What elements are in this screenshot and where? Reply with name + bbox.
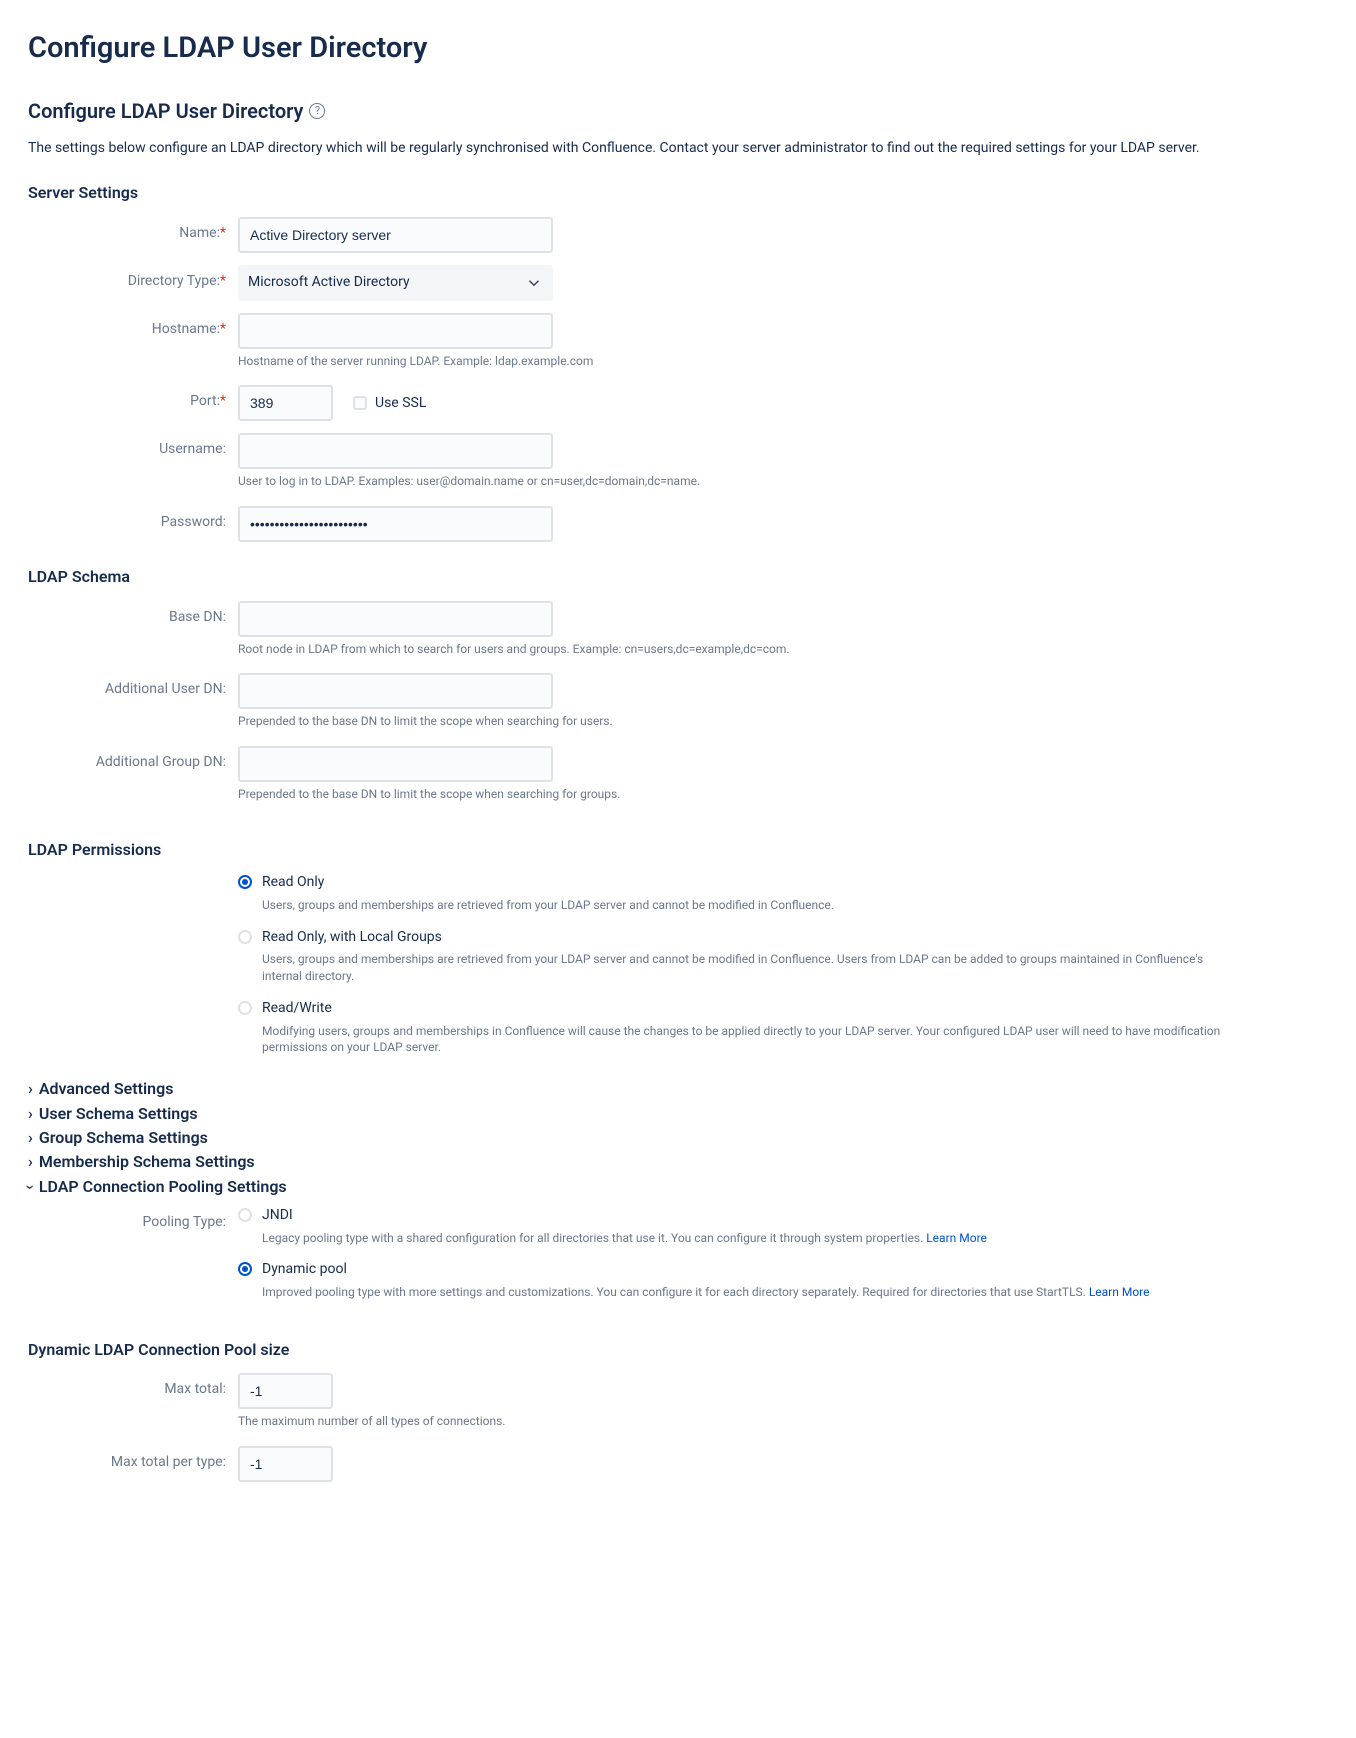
read-write-desc: Modifying users, groups and memberships … [262, 1023, 1242, 1057]
checkbox-icon [353, 396, 367, 410]
read-only-local-label: Read Only, with Local Groups [262, 928, 442, 948]
add-group-dn-help: Prepended to the base DN to limit the sc… [238, 786, 1328, 803]
advanced-settings-toggle[interactable]: › Advanced Settings [28, 1078, 1328, 1100]
password-input[interactable] [238, 506, 553, 542]
server-settings-heading: Server Settings [28, 182, 1328, 204]
page-title: Configure LDAP User Directory [28, 28, 1328, 69]
chevron-down-icon [525, 274, 543, 292]
radio-icon [238, 1262, 252, 1276]
max-total-label: Max total: [28, 1373, 238, 1400]
permission-read-write[interactable]: Read/Write [238, 999, 1328, 1019]
username-help: User to log in to LDAP. Examples: user@d… [238, 473, 1328, 490]
pooling-dynamic[interactable]: Dynamic pool [238, 1260, 1328, 1280]
ldap-schema-heading: LDAP Schema [28, 566, 1328, 588]
port-label: Port:* [28, 385, 238, 412]
directory-type-select[interactable]: Microsoft Active Directory [238, 265, 553, 301]
read-only-label: Read Only [262, 873, 324, 893]
ldap-permissions-heading: LDAP Permissions [28, 839, 1328, 861]
base-dn-input[interactable] [238, 601, 553, 637]
name-input[interactable] [238, 217, 553, 253]
port-input[interactable] [238, 385, 333, 421]
read-only-desc: Users, groups and memberships are retrie… [262, 897, 1242, 914]
hostname-input[interactable] [238, 313, 553, 349]
dynamic-learn-more-link[interactable]: Learn More [1089, 1285, 1150, 1299]
permission-read-only[interactable]: Read Only [238, 873, 1328, 893]
page-subtitle: Configure LDAP User Directory [28, 97, 303, 125]
user-schema-settings-toggle[interactable]: › User Schema Settings [28, 1103, 1328, 1125]
radio-icon [238, 930, 252, 944]
page-subtitle-row: Configure LDAP User Directory ? [28, 97, 1328, 125]
add-user-dn-help: Prepended to the base DN to limit the sc… [238, 713, 1328, 730]
page-description: The settings below configure an LDAP dir… [28, 139, 1288, 159]
jndi-label: JNDI [262, 1206, 293, 1226]
pool-size-heading: Dynamic LDAP Connection Pool size [28, 1339, 1328, 1361]
username-label: Username: [28, 433, 238, 460]
add-group-dn-input[interactable] [238, 746, 553, 782]
chevron-right-icon: › [28, 1127, 33, 1149]
pooling-type-label: Pooling Type: [28, 1206, 238, 1233]
password-label: Password: [28, 506, 238, 533]
max-total-per-type-input[interactable] [238, 1446, 333, 1482]
add-user-dn-input[interactable] [238, 673, 553, 709]
use-ssl-label: Use SSL [375, 394, 426, 414]
pooling-jndi[interactable]: JNDI [238, 1206, 1328, 1226]
read-write-label: Read/Write [262, 999, 332, 1019]
jndi-learn-more-link[interactable]: Learn More [926, 1231, 987, 1245]
radio-icon [238, 1208, 252, 1222]
read-only-local-desc: Users, groups and memberships are retrie… [262, 951, 1242, 985]
ldap-connection-pooling-toggle[interactable]: › LDAP Connection Pooling Settings [28, 1176, 1328, 1198]
add-user-dn-label: Additional User DN: [28, 673, 238, 700]
name-label: Name:* [28, 217, 238, 244]
chevron-right-icon: › [28, 1078, 33, 1100]
directory-type-label: Directory Type:* [28, 265, 238, 292]
group-schema-settings-toggle[interactable]: › Group Schema Settings [28, 1127, 1328, 1149]
max-total-help: The maximum number of all types of conne… [238, 1413, 1328, 1430]
username-input[interactable] [238, 433, 553, 469]
hostname-label: Hostname:* [28, 313, 238, 340]
chevron-right-icon: › [28, 1151, 33, 1173]
max-total-input[interactable] [238, 1373, 333, 1409]
radio-icon [238, 1001, 252, 1015]
add-group-dn-label: Additional Group DN: [28, 746, 238, 773]
jndi-desc: Legacy pooling type with a shared config… [262, 1230, 1242, 1247]
max-total-per-type-label: Max total per type: [28, 1446, 238, 1473]
use-ssl-checkbox[interactable]: Use SSL [353, 394, 426, 414]
dynamic-desc: Improved pooling type with more settings… [262, 1284, 1242, 1301]
radio-icon [238, 875, 252, 889]
directory-type-value: Microsoft Active Directory [248, 273, 410, 293]
hostname-help: Hostname of the server running LDAP. Exa… [238, 353, 1328, 370]
base-dn-label: Base DN: [28, 601, 238, 628]
membership-schema-settings-toggle[interactable]: › Membership Schema Settings [28, 1151, 1328, 1173]
permission-read-only-local[interactable]: Read Only, with Local Groups [238, 928, 1328, 948]
base-dn-help: Root node in LDAP from which to search f… [238, 641, 1328, 658]
dynamic-label: Dynamic pool [262, 1260, 347, 1280]
chevron-right-icon: › [28, 1103, 33, 1125]
chevron-down-icon: › [19, 1184, 41, 1189]
help-icon[interactable]: ? [309, 103, 325, 119]
